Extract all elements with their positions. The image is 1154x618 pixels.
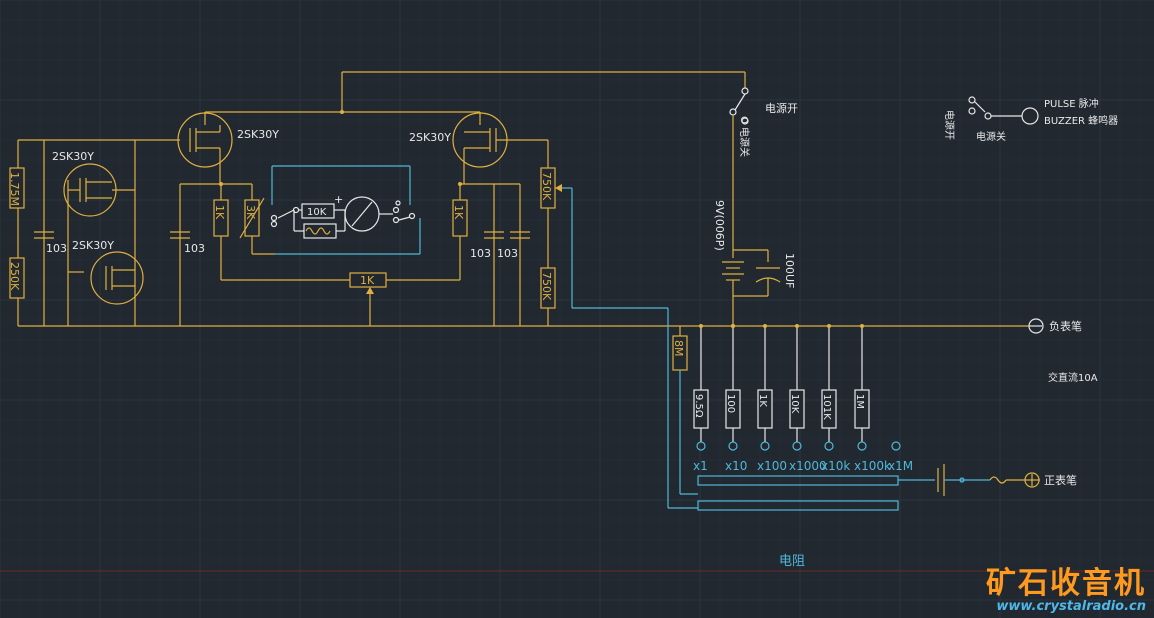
range-label-6: x100k — [854, 459, 891, 473]
resistor-8m-label: 8M — [672, 340, 685, 357]
mode-switch-buzzer-terminal[interactable] — [968, 107, 976, 115]
mode-output-terminal[interactable] — [1021, 107, 1039, 125]
resistor-1k-bottom-label: 1K — [360, 274, 375, 287]
battery-label: 9V(006P) — [713, 200, 726, 251]
pot-wiper-arrow — [366, 287, 374, 294]
power-off-right-label: 电源关 — [976, 130, 1006, 143]
resistor-1-75m-label: 1.75M — [8, 172, 21, 206]
meter-loop: 10K + — [270, 165, 421, 255]
range-tap-7: x1M — [888, 441, 913, 473]
resistor-250k-left-label: 250K — [8, 262, 21, 291]
cap-100uf-label: 100UF — [783, 253, 796, 288]
range-label-3: x100 — [757, 459, 787, 473]
range-contact-2[interactable] — [728, 441, 738, 451]
watermark-url: www.crystalradio.cn — [996, 599, 1146, 614]
transistor-q3-label: 2SK30Y — [237, 128, 279, 141]
resistor-10k-label: 10K — [307, 207, 327, 218]
right-network: 750K 750K — [540, 140, 698, 509]
watermark: 矿石收音机 www.crystalradio.cn — [986, 568, 1146, 614]
resistance-title: 电阻 — [779, 554, 805, 569]
resistor-750k-top-label: 750K — [540, 172, 553, 201]
transistor-q2-label: 2SK30Y — [72, 239, 114, 252]
power-on-right-label: 电源开 — [943, 110, 956, 140]
range-label-1: x1 — [693, 459, 708, 473]
lamp-element — [303, 223, 337, 239]
range-contact-6[interactable] — [857, 441, 867, 451]
pos-probe-label: 正表笔 — [1044, 473, 1077, 487]
transistor-q1-label: 2SK30Y — [52, 150, 94, 163]
resistor-1k-left-label: 1K — [213, 205, 226, 220]
cap-c2-label: 103 — [184, 242, 205, 255]
range-tap-2: 100 x10 — [725, 324, 747, 473]
range-tap-3: 1K x100 — [757, 324, 787, 473]
cap-c3-label: 103 — [470, 247, 491, 260]
range-tap-5: 101K x10k — [821, 324, 850, 473]
range-resistor-label-4: 10K — [789, 394, 800, 414]
schematic-canvas: 负表笔 1.75M 250K 103 2SK30Y 2SK30Y 2SK30Y … — [0, 0, 1154, 618]
range-label-5: x10k — [821, 459, 850, 473]
cad-grid — [0, 0, 1154, 618]
range-contact-3[interactable] — [760, 441, 770, 451]
resistor-1k-right-label: 1K — [452, 205, 465, 220]
range-resistor-label-2: 100 — [725, 394, 736, 413]
range-resistor-label-6: 1M — [854, 394, 865, 409]
power-off-label: O 电源关 — [738, 116, 751, 157]
range-bank: 8M 9.5Ω x1 100 x10 1K x10010Kx1000101K x10k 1M x… — [672, 324, 1077, 511]
transistor-q4-label: 2SK30Y — [409, 131, 451, 144]
cap-c1-label: 103 — [46, 242, 67, 255]
meter-plus: + — [334, 193, 343, 206]
cap-c4-label: 103 — [497, 247, 518, 260]
range-label-2: x10 — [725, 459, 747, 473]
transistor-q3: 2SK30Y — [177, 112, 279, 184]
left-network: 1.75M 250K 103 — [8, 139, 180, 326]
range-label-7: x1M — [888, 459, 913, 473]
range-tap-4: 10Kx1000 — [789, 324, 827, 473]
buzzer-label: BUZZER 蜂鸣器 — [1044, 114, 1118, 127]
range-resistor-label-3: 1K — [757, 394, 768, 407]
range-contact-5[interactable] — [824, 441, 834, 451]
ground-rail: 负表笔 — [18, 318, 1082, 334]
ac-dc-label: 交直流10A — [1048, 371, 1098, 384]
range-resistor-label-1: 9.5Ω — [693, 394, 704, 418]
neg-probe-label: 负表笔 — [1049, 319, 1082, 333]
transistor-q4: 2SK30Y — [409, 112, 548, 184]
range-contact-1[interactable] — [696, 441, 706, 451]
power-switch-on-terminal[interactable] — [741, 87, 749, 95]
resistance-contact-bar[interactable] — [697, 500, 899, 511]
power-on-label: 电源开 — [765, 101, 798, 115]
range-contact-7[interactable] — [891, 441, 901, 451]
resistor-750k-bottom-label: 750K — [540, 272, 553, 301]
watermark-title: 矿石收音机 — [986, 566, 1146, 601]
range-resistor-label-5: 101K — [821, 394, 832, 420]
pulse-label: PULSE 脉冲 — [1044, 97, 1099, 110]
